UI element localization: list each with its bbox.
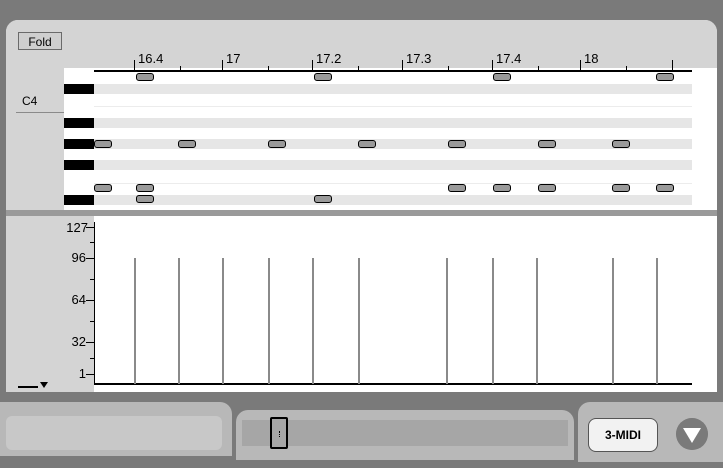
pitch-divider [16, 112, 64, 113]
ruler-tick [222, 60, 223, 72]
ruler-label: 17.3 [406, 51, 432, 66]
velocity-bar[interactable] [446, 258, 448, 384]
velocity-tick [86, 258, 94, 259]
ruler-subtick [538, 66, 539, 72]
midi-note[interactable] [94, 140, 112, 148]
pitch-label-c4: C4 [22, 94, 38, 108]
ruler-label: 17.2 [316, 51, 342, 66]
velocity-baseline [94, 383, 692, 385]
black-key[interactable] [64, 139, 94, 149]
midi-note[interactable] [538, 140, 556, 148]
midi-note[interactable] [448, 140, 466, 148]
velocity-scale: 127 96 64 32 1 [6, 216, 94, 392]
ruler-subtick [358, 66, 359, 72]
black-key[interactable] [64, 118, 94, 128]
grip-icon [279, 431, 281, 437]
midi-note[interactable] [493, 73, 511, 81]
velocity-axis [94, 222, 95, 384]
velocity-label: 32 [71, 334, 86, 349]
ruler-tick [312, 60, 313, 72]
triangle-down-icon[interactable] [18, 378, 50, 390]
midi-note[interactable] [656, 184, 674, 192]
velocity-subtick [90, 279, 94, 280]
velocity-bar[interactable] [222, 258, 224, 384]
clip-info-field[interactable] [6, 416, 222, 450]
midi-note[interactable] [314, 73, 332, 81]
velocity-subtick [90, 321, 94, 322]
scrollbar-thumb[interactable] [270, 417, 288, 449]
velocity-bar[interactable] [656, 258, 658, 384]
horizontal-scrollbar[interactable] [242, 420, 568, 446]
velocity-label: 1 [78, 366, 86, 381]
midi-note[interactable] [538, 184, 556, 192]
velocity-tick [86, 374, 94, 375]
midi-note[interactable] [493, 184, 511, 192]
velocity-tick [86, 342, 94, 343]
ruler-tick [492, 60, 493, 72]
ruler-tick [672, 60, 673, 72]
ruler-label: 17 [226, 51, 241, 66]
midi-note[interactable] [178, 140, 196, 148]
editor-header [6, 20, 717, 68]
key-label-column [6, 68, 64, 212]
midi-note[interactable] [612, 184, 630, 192]
ruler-tick [580, 60, 581, 72]
velocity-subtick [90, 358, 94, 359]
velocity-label: 96 [71, 250, 86, 265]
note-row [94, 160, 692, 170]
row-divider [94, 183, 692, 184]
velocity-bar[interactable] [612, 258, 614, 384]
midi-note[interactable] [136, 73, 154, 81]
velocity-editor[interactable] [94, 216, 692, 392]
midi-note[interactable] [358, 140, 376, 148]
row-divider [94, 106, 692, 107]
velocity-bar[interactable] [134, 258, 136, 384]
note-row [94, 84, 692, 94]
velocity-bar[interactable] [268, 258, 270, 384]
velocity-bar[interactable] [312, 258, 314, 384]
ruler-subtick [626, 66, 627, 72]
velocity-tick [86, 300, 94, 301]
track-button[interactable]: 3-MIDI [588, 418, 658, 452]
midi-note[interactable] [136, 195, 154, 203]
velocity-subtick [90, 242, 94, 243]
midi-note[interactable] [314, 195, 332, 203]
ruler-label: 17.4 [496, 51, 522, 66]
velocity-tick [86, 227, 94, 228]
note-row [94, 118, 692, 128]
circle-triangle-down-icon[interactable] [676, 418, 708, 450]
midi-note[interactable] [94, 184, 112, 192]
velocity-bar[interactable] [358, 258, 360, 384]
ruler-subtick [268, 66, 269, 72]
midi-note[interactable] [656, 73, 674, 81]
midi-note[interactable] [268, 140, 286, 148]
ruler-subtick [448, 66, 449, 72]
midi-note[interactable] [136, 184, 154, 192]
velocity-bar[interactable] [536, 258, 538, 384]
ruler-label: 18 [584, 51, 599, 66]
velocity-bar[interactable] [492, 258, 494, 384]
ruler-subtick [180, 66, 181, 72]
midi-note[interactable] [612, 140, 630, 148]
black-key[interactable] [64, 84, 94, 94]
ruler-tick [402, 60, 403, 72]
velocity-label: 127 [66, 220, 88, 235]
black-key[interactable] [64, 195, 94, 205]
velocity-label: 64 [71, 292, 86, 307]
note-row [94, 195, 692, 205]
velocity-bar[interactable] [178, 258, 180, 384]
time-ruler[interactable] [94, 70, 692, 72]
ruler-tick [134, 60, 135, 72]
fold-button[interactable]: Fold [18, 32, 62, 50]
black-key[interactable] [64, 160, 94, 170]
ruler-label: 16.4 [138, 51, 164, 66]
midi-note[interactable] [448, 184, 466, 192]
